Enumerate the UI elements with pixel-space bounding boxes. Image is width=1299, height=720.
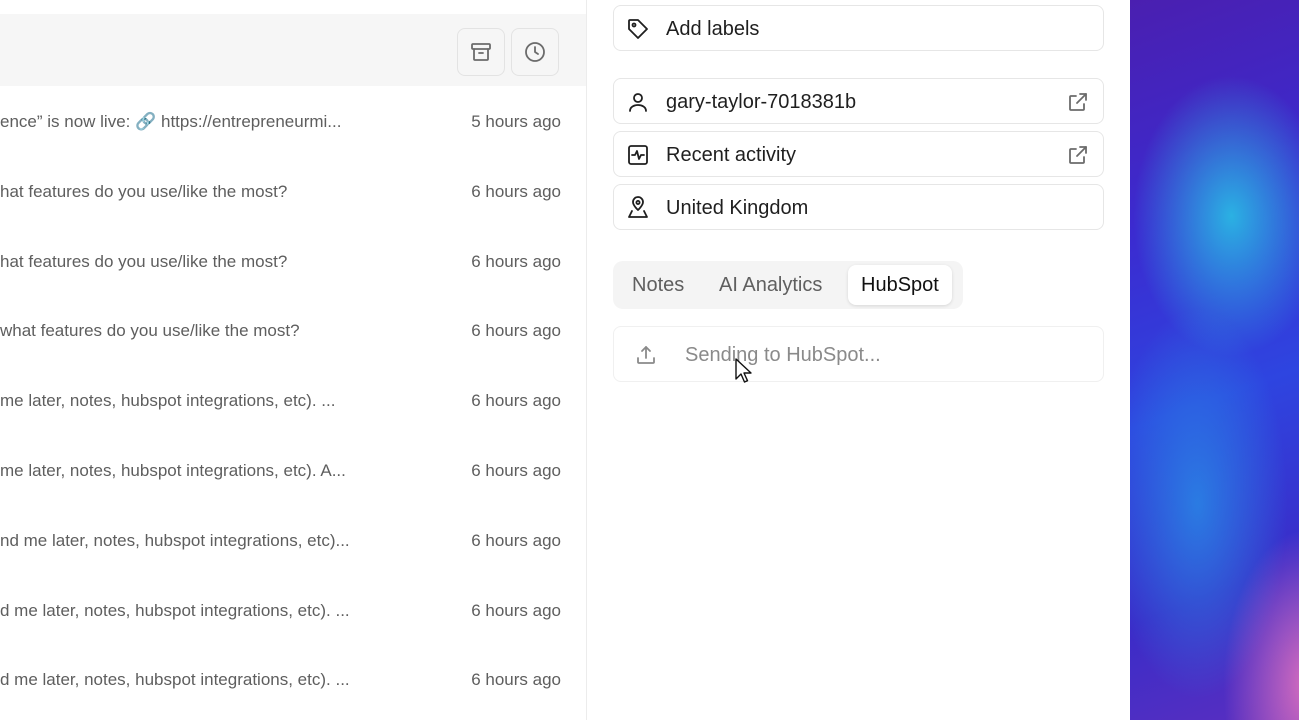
contact-panel: Add labels gary-taylor-7018381b Recent a… bbox=[587, 0, 1130, 720]
message-time: 6 hours ago bbox=[471, 181, 561, 201]
message-snippet: d me later, notes, hubspot integrations,… bbox=[0, 670, 350, 690]
message-row[interactable]: hat features do you use/like the most? 6… bbox=[0, 156, 586, 226]
snooze-button[interactable] bbox=[511, 28, 559, 76]
message-time: 6 hours ago bbox=[471, 251, 561, 271]
message-snippet: hat features do you use/like the most? bbox=[0, 181, 288, 201]
archive-button[interactable] bbox=[457, 28, 505, 76]
message-time: 6 hours ago bbox=[471, 460, 561, 480]
message-list-pane: ence” is now live: 🔗 https://entrepreneu… bbox=[0, 0, 587, 720]
message-snippet: me later, notes, hubspot integrations, e… bbox=[0, 391, 336, 411]
message-row[interactable]: ence” is now live: 🔗 https://entrepreneu… bbox=[0, 86, 586, 156]
recent-activity-label: Recent activity bbox=[666, 144, 797, 166]
message-row[interactable]: me later, notes, hubspot integrations, e… bbox=[0, 435, 586, 505]
message-row[interactable]: what features do you use/like the most? … bbox=[0, 295, 586, 365]
contact-username: gary-taylor-7018381b bbox=[666, 91, 857, 113]
message-snippet: nd me later, notes, hubspot integrations… bbox=[0, 530, 350, 550]
clock-icon bbox=[525, 42, 545, 62]
location-pin-icon bbox=[628, 196, 648, 218]
external-link-icon[interactable] bbox=[1066, 90, 1090, 114]
message-snippet: what features do you use/like the most? bbox=[0, 321, 300, 341]
location-label: United Kingdom bbox=[666, 197, 809, 219]
desktop-wallpaper bbox=[1130, 0, 1299, 720]
mouse-cursor-icon bbox=[735, 358, 752, 383]
add-labels-label: Add labels bbox=[666, 18, 760, 40]
list-toolbar bbox=[0, 14, 586, 86]
message-time: 6 hours ago bbox=[471, 600, 561, 620]
message-row[interactable]: d me later, notes, hubspot integrations,… bbox=[0, 644, 586, 714]
tab-hubspot[interactable]: HubSpot bbox=[848, 265, 952, 305]
message-time: 6 hours ago bbox=[471, 391, 561, 411]
contact-profile-link[interactable]: gary-taylor-7018381b bbox=[613, 78, 1104, 124]
message-snippet: hat features do you use/like the most? bbox=[0, 251, 288, 271]
message-time: 6 hours ago bbox=[471, 670, 561, 690]
message-time: 6 hours ago bbox=[471, 530, 561, 550]
tab-ai-analytics[interactable]: AI Analytics bbox=[706, 265, 835, 305]
tag-icon bbox=[628, 19, 648, 39]
message-row[interactable]: hat features do you use/like the most? 6… bbox=[0, 226, 586, 296]
external-link-icon[interactable] bbox=[1066, 143, 1090, 167]
message-row[interactable]: me later, notes, hubspot integrations, e… bbox=[0, 365, 586, 435]
recent-activity-link[interactable]: Recent activity bbox=[613, 131, 1104, 177]
message-row[interactable]: nd me later, notes, hubspot integrations… bbox=[0, 505, 586, 575]
send-to-hubspot-button[interactable]: Sending to HubSpot... bbox=[613, 326, 1104, 382]
archive-icon bbox=[471, 43, 491, 61]
activity-icon bbox=[628, 145, 648, 165]
tab-notes[interactable]: Notes bbox=[619, 265, 697, 305]
contact-location: United Kingdom bbox=[613, 184, 1104, 230]
message-rows: ence” is now live: 🔗 https://entrepreneu… bbox=[0, 86, 586, 714]
upload-icon bbox=[637, 346, 655, 364]
message-time: 5 hours ago bbox=[471, 112, 561, 131]
message-time: 6 hours ago bbox=[471, 321, 561, 341]
hubspot-status: Sending to HubSpot... bbox=[685, 344, 881, 366]
user-icon bbox=[629, 93, 647, 112]
app-window: ence” is now live: 🔗 https://entrepreneu… bbox=[0, 0, 1299, 720]
message-row[interactable]: d me later, notes, hubspot integrations,… bbox=[0, 575, 586, 645]
add-labels-button[interactable]: Add labels bbox=[613, 5, 1104, 51]
message-snippet: ence” is now live: 🔗 https://entrepreneu… bbox=[0, 112, 342, 131]
message-snippet: d me later, notes, hubspot integrations,… bbox=[0, 600, 350, 620]
panel-tabs: Notes AI Analytics HubSpot bbox=[613, 261, 963, 309]
message-snippet: me later, notes, hubspot integrations, e… bbox=[0, 460, 346, 480]
